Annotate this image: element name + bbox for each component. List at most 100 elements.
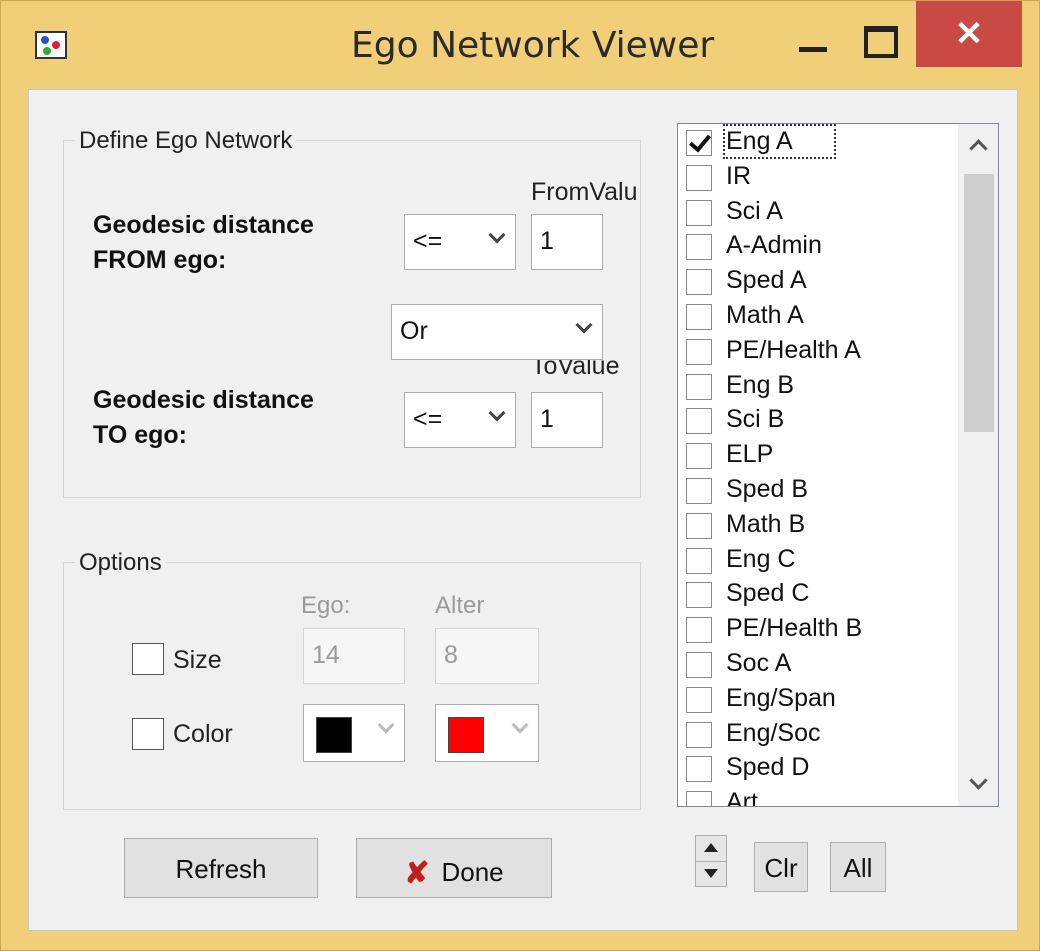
item-label: ELP — [726, 440, 774, 469]
item-checkbox[interactable] — [686, 338, 712, 365]
item-label: A-Admin — [726, 231, 822, 260]
done-button-content: ✘ Done — [357, 854, 551, 890]
ego-column-label: Ego: — [301, 592, 351, 619]
item-label: Math A — [726, 301, 804, 329]
item-checkbox[interactable] — [686, 408, 712, 435]
minimize-button[interactable] — [791, 9, 835, 69]
item-label: Eng B — [726, 370, 795, 399]
item-label: Art — [726, 788, 758, 807]
item-checkbox[interactable] — [686, 130, 712, 156]
item-label: Sci A — [726, 196, 783, 225]
to-value-label-clip: ToValue — [531, 360, 631, 382]
reorder-spinner[interactable] — [695, 835, 727, 887]
refresh-button[interactable]: Refresh — [124, 838, 318, 898]
item-checkbox[interactable] — [686, 582, 712, 609]
from-value-text: 1 — [540, 227, 554, 255]
ego-network-viewer-window: Ego Network Viewer ✕ Define Ego Network … — [0, 0, 1040, 951]
ego-size-text: 14 — [312, 641, 340, 669]
size-label: Size — [173, 646, 222, 674]
item-label: Eng/Span — [726, 683, 836, 712]
item-label: Eng C — [726, 544, 796, 573]
color-label: Color — [173, 720, 233, 748]
item-label: Sped C — [726, 579, 810, 608]
item-label: IR — [726, 161, 751, 190]
node-checklist[interactable]: Eng A IR Sci A A-Admin Sped A Math A PE/Health… — [677, 123, 999, 807]
item-checkbox[interactable] — [686, 512, 712, 539]
ego-color-swatch — [316, 717, 352, 753]
to-ego-label: Geodesic distance TO ego: — [93, 386, 314, 449]
item-label: Math B — [726, 509, 806, 538]
item-checkbox[interactable] — [686, 199, 712, 226]
chevron-down-icon — [512, 719, 526, 733]
ego-color-select[interactable] — [303, 704, 405, 762]
item-checkbox[interactable] — [686, 234, 712, 261]
clear-button-label: Clr — [764, 853, 798, 883]
alter-size-input[interactable]: 8 — [435, 628, 539, 684]
item-checkbox[interactable] — [686, 652, 712, 678]
scroll-up-icon[interactable] — [958, 124, 998, 164]
item-checkbox[interactable] — [686, 686, 712, 713]
item-label: Soc A — [726, 649, 792, 677]
chevron-down-icon — [576, 319, 590, 333]
list-scrollbar[interactable] — [958, 124, 998, 806]
x-close-icon: ✘ — [404, 857, 430, 890]
chevron-down-icon — [489, 229, 503, 243]
item-checkbox[interactable] — [686, 791, 712, 806]
to-operator-value: <= — [413, 405, 443, 433]
item-checkbox[interactable] — [686, 373, 712, 400]
logic-select[interactable]: Or — [391, 304, 603, 360]
item-checkbox[interactable] — [686, 443, 712, 470]
to-value-text: 1 — [540, 405, 554, 433]
item-checkbox[interactable] — [686, 617, 712, 644]
logic-value: Or — [400, 317, 428, 345]
select-all-button[interactable]: All — [830, 842, 886, 892]
from-operator-value: <= — [413, 227, 443, 255]
from-value-label: FromValu — [531, 178, 638, 206]
alter-color-swatch — [448, 717, 484, 753]
from-value-input[interactable]: 1 — [531, 214, 603, 270]
select-all-button-label: All — [843, 853, 873, 883]
item-label: Sped A — [726, 266, 807, 295]
scrollbar-thumb[interactable] — [964, 174, 994, 432]
item-checkbox[interactable] — [686, 269, 712, 296]
clear-button[interactable]: Clr — [754, 842, 808, 892]
from-ego-label: Geodesic distance FROM ego: — [93, 211, 314, 274]
app-network-icon[interactable] — [35, 31, 67, 59]
maximize-button[interactable] — [856, 9, 904, 69]
item-checkbox[interactable] — [686, 756, 712, 783]
done-button-label: Done — [441, 857, 504, 887]
to-value-label: ToValue — [531, 360, 620, 380]
close-button[interactable]: ✕ — [916, 1, 1022, 67]
move-up-icon[interactable] — [696, 836, 726, 862]
window-title: Ego Network Viewer — [351, 25, 715, 66]
item-label: Sped D — [726, 753, 810, 782]
item-label: Eng A — [723, 124, 836, 159]
alter-size-text: 8 — [444, 641, 458, 669]
to-operator-select[interactable]: <= — [404, 392, 516, 448]
refresh-button-label: Refresh — [175, 854, 267, 884]
item-label: Sci B — [726, 405, 785, 434]
item-checkbox[interactable] — [686, 721, 712, 748]
chevron-down-icon — [489, 407, 503, 421]
scroll-down-icon[interactable] — [958, 766, 998, 806]
item-label: Eng/Soc — [726, 718, 821, 747]
title-bar[interactable]: Ego Network Viewer ✕ — [1, 1, 1039, 87]
alter-color-select[interactable] — [435, 704, 539, 762]
chevron-down-icon — [378, 719, 392, 733]
options-title: Options — [75, 549, 166, 577]
define-ego-network-title: Define Ego Network — [75, 127, 297, 155]
alter-column-label: Alter — [435, 592, 485, 619]
item-checkbox[interactable] — [686, 164, 712, 191]
item-label: PE/Health B — [726, 614, 863, 643]
item-label: PE/Health A — [726, 335, 861, 364]
from-operator-select[interactable]: <= — [404, 214, 516, 270]
item-checkbox[interactable] — [686, 478, 712, 504]
move-down-icon[interactable] — [696, 861, 726, 886]
ego-size-input[interactable]: 14 — [303, 628, 405, 684]
item-checkbox[interactable] — [686, 304, 712, 330]
to-value-input[interactable]: 1 — [531, 392, 603, 448]
size-checkbox[interactable] — [132, 643, 164, 675]
color-checkbox[interactable] — [132, 718, 164, 750]
item-checkbox[interactable] — [686, 547, 712, 574]
done-button[interactable]: ✘ Done — [356, 838, 552, 898]
